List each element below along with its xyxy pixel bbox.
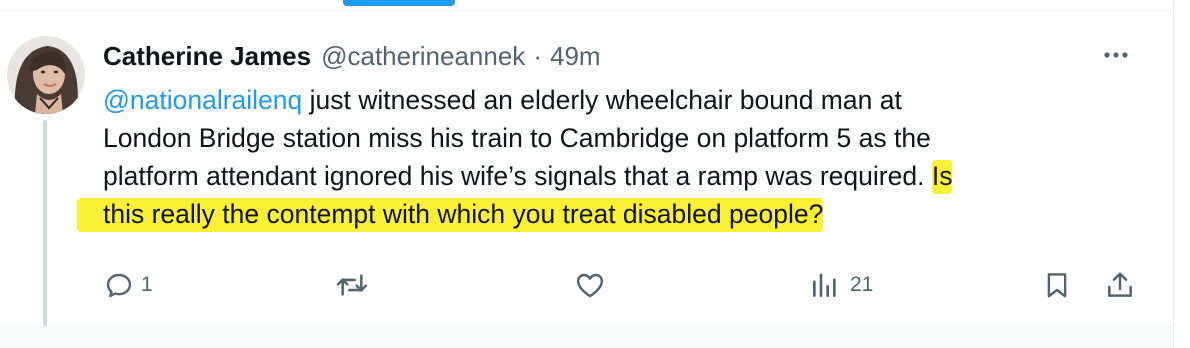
author-display-name[interactable]: Catherine James [103,38,311,74]
tweet-line-4: this really the contempt with which you … [77,195,1113,233]
share-button[interactable] [1104,266,1136,304]
analytics-icon [813,273,836,297]
avatar[interactable] [7,36,85,114]
retweet-button[interactable] [334,266,370,304]
tweet-text-segment: just witnessed an elderly wheelchair bou… [302,85,902,115]
more-options-icon[interactable] [1098,40,1134,70]
views-button[interactable]: 21 [808,266,873,304]
reply-icon [106,273,132,298]
avatar-image [7,36,85,114]
share-icon [1108,272,1132,297]
tweet-time[interactable]: 49m [550,38,601,74]
tweet-header: Catherine James @catherineannek · 49m [103,38,601,74]
tweet-card[interactable]: Catherine James @catherineannek · 49m @n… [0,0,1190,348]
bookmark-icon [1047,273,1067,298]
tweet-text-segment: platform attendant ignored his wife’s si… [103,161,925,191]
tweet-line-2: London Bridge station miss his train to … [103,123,931,153]
mention-link[interactable]: @nationalrailenq [103,85,302,115]
tab-indicator [343,0,455,6]
tweet-line-3: platform attendant ignored his wife’s si… [103,157,1113,195]
reply-button[interactable]: 1 [103,266,153,304]
highlighted-text: this really the contempt with which you … [77,198,824,232]
views-count: 21 [850,273,874,296]
reply-count: 1 [141,273,153,296]
highlighted-text: Is [931,160,953,194]
action-bar: 1 21 [0,262,1190,308]
heart-icon [576,273,604,298]
bottom-divider [0,326,1173,348]
tweet-text: @nationalrailenq just witnessed an elder… [77,81,1113,233]
header-separator: · [533,41,542,71]
like-button[interactable] [573,266,607,304]
bookmark-button[interactable] [1042,266,1072,304]
tweet-line-1: @nationalrailenq just witnessed an elder… [103,81,1113,119]
divider [0,10,1173,11]
retweet-icon [336,274,368,296]
author-handle[interactable]: @catherineannek [321,38,525,74]
